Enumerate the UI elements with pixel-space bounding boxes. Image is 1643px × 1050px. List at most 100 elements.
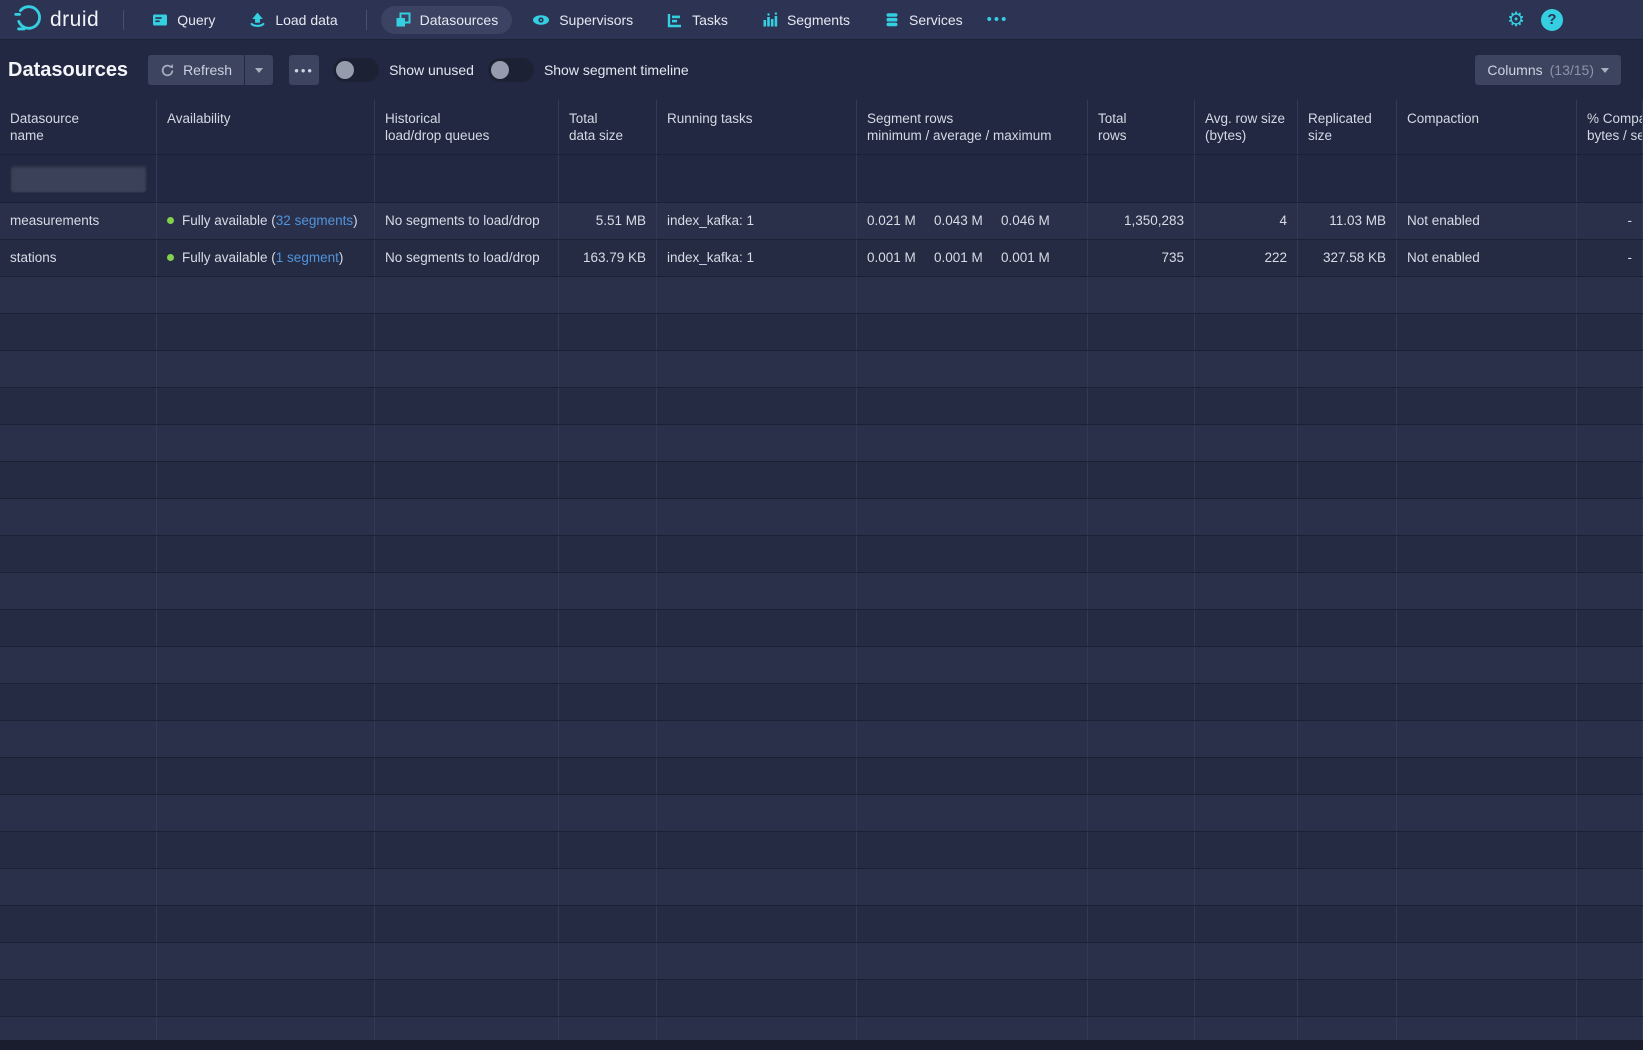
empty-cell <box>1298 684 1397 720</box>
show-segment-timeline-label: Show segment timeline <box>544 62 689 78</box>
segments-link[interactable]: 32 segments <box>276 213 353 228</box>
empty-cell <box>1577 499 1643 535</box>
empty-cell <box>375 277 559 313</box>
columns-selector-button[interactable]: Columns (13/15) <box>1475 55 1621 85</box>
more-actions-button[interactable]: ••• <box>289 55 319 85</box>
empty-cell <box>0 425 157 461</box>
columns-count: (13/15) <box>1550 62 1594 78</box>
datasource-name-filter-input[interactable] <box>10 165 147 193</box>
empty-cell <box>559 388 657 424</box>
empty-cell <box>1195 684 1298 720</box>
empty-cell <box>375 906 559 942</box>
empty-cell <box>1088 684 1195 720</box>
table-row-empty <box>0 388 1643 425</box>
table-row-empty <box>0 795 1643 832</box>
empty-cell <box>1397 795 1577 831</box>
cell-running-tasks: index_kafka: 1 <box>657 240 857 276</box>
empty-cell <box>1088 573 1195 609</box>
col-header-datasource-name[interactable]: Datasourcename <box>0 100 157 154</box>
empty-cell <box>559 980 657 1016</box>
empty-cell <box>657 795 857 831</box>
cell-running-tasks: index_kafka: 1 <box>657 203 857 239</box>
empty-cell <box>1088 869 1195 905</box>
empty-cell <box>157 314 375 350</box>
druid-brand[interactable]: druid <box>10 5 109 35</box>
nav-item-services[interactable]: Services <box>870 6 977 34</box>
horizontal-scrollbar[interactable] <box>0 1040 1643 1050</box>
empty-cell <box>0 980 157 1016</box>
empty-cell <box>857 943 1088 979</box>
show-segment-timeline-toggle[interactable] <box>488 58 534 82</box>
empty-cell <box>1195 980 1298 1016</box>
empty-cell <box>1577 610 1643 646</box>
empty-cell <box>1298 758 1397 794</box>
empty-cell <box>657 462 857 498</box>
refresh-options-button[interactable] <box>245 55 273 85</box>
col-header-running-tasks[interactable]: Running tasks <box>657 100 857 154</box>
nav-item-tasks[interactable]: Tasks <box>653 6 742 34</box>
empty-cell <box>559 684 657 720</box>
empty-cell <box>1195 314 1298 350</box>
col-header-replicated-size[interactable]: Replicatedsize <box>1298 100 1397 154</box>
cell-total-rows: 1,350,283 <box>1088 203 1195 239</box>
empty-cell <box>559 277 657 313</box>
table-row-empty <box>0 943 1643 980</box>
empty-cell <box>1195 573 1298 609</box>
empty-cell <box>1397 980 1577 1016</box>
nav-item-supervisors[interactable]: Supervisors <box>518 6 647 34</box>
table-header-row: Datasourcename Availability Historicallo… <box>0 100 1643 155</box>
empty-cell <box>657 388 857 424</box>
empty-cell <box>1577 573 1643 609</box>
empty-cell <box>375 351 559 387</box>
empty-cell <box>1577 647 1643 683</box>
refresh-button[interactable]: Refresh <box>148 55 244 85</box>
empty-cell <box>857 277 1088 313</box>
datasources-table: Datasourcename Availability Historicallo… <box>0 100 1643 1050</box>
empty-cell <box>1195 832 1298 868</box>
empty-cell <box>559 647 657 683</box>
empty-cell <box>657 980 857 1016</box>
cell-load-drop-queues: No segments to load/drop <box>375 240 559 276</box>
empty-cell <box>559 351 657 387</box>
empty-cell <box>157 573 375 609</box>
empty-cell <box>1577 277 1643 313</box>
empty-cell <box>657 351 857 387</box>
empty-cell <box>1577 980 1643 1016</box>
nav-item-load-data[interactable]: Load data <box>235 5 351 34</box>
col-header-avg-row-size[interactable]: Avg. row size(bytes) <box>1195 100 1298 154</box>
empty-cell <box>857 610 1088 646</box>
col-header-segment-rows[interactable]: Segment rowsminimum / average / maximum <box>857 100 1088 154</box>
empty-cell <box>375 980 559 1016</box>
col-header-total-data-size[interactable]: Totaldata size <box>559 100 657 154</box>
empty-cell <box>1298 277 1397 313</box>
empty-cell <box>857 536 1088 572</box>
gear-icon[interactable]: ⚙ <box>1507 10 1525 30</box>
nav-item-label: Query <box>177 12 215 28</box>
nav-item-datasources[interactable]: Datasources <box>381 6 513 34</box>
nav-more-button[interactable]: ••• <box>977 5 1019 34</box>
col-header-pct-compacted[interactable]: % Compactedbytes / segments <box>1577 100 1643 154</box>
empty-cell <box>1298 980 1397 1016</box>
col-header-historical-queues[interactable]: Historicalload/drop queues <box>375 100 559 154</box>
empty-cell <box>1195 647 1298 683</box>
nav-item-segments[interactable]: Segments <box>748 6 864 34</box>
empty-cell <box>1397 943 1577 979</box>
empty-cell <box>1397 462 1577 498</box>
empty-cell <box>1298 869 1397 905</box>
col-header-compaction[interactable]: Compaction <box>1397 100 1577 154</box>
nav-item-query[interactable]: Query <box>138 6 229 34</box>
table-row-stations[interactable]: stations Fully available (1 segment) No … <box>0 240 1643 277</box>
help-icon[interactable]: ? <box>1541 9 1563 31</box>
col-header-availability[interactable]: Availability <box>157 100 375 154</box>
empty-cell <box>375 647 559 683</box>
datasources-icon <box>395 12 411 28</box>
table-row-measurements[interactable]: measurements Fully available (32 segment… <box>0 203 1643 240</box>
empty-cell <box>1088 980 1195 1016</box>
table-row-empty <box>0 351 1643 388</box>
empty-cell <box>1577 388 1643 424</box>
show-unused-toggle[interactable] <box>333 58 379 82</box>
segments-link[interactable]: 1 segment <box>276 250 339 265</box>
empty-cell <box>559 758 657 794</box>
col-header-total-rows[interactable]: Totalrows <box>1088 100 1195 154</box>
empty-cell <box>657 573 857 609</box>
